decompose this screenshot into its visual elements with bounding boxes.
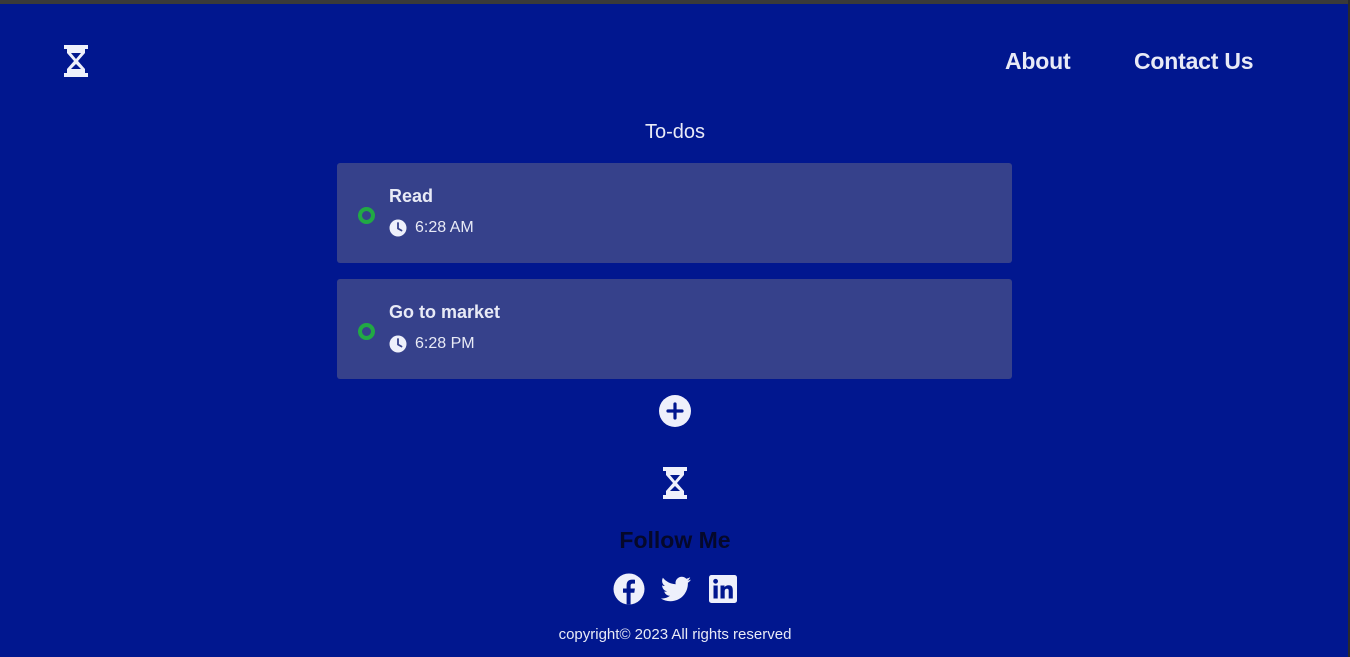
add-todo-button[interactable]: [659, 395, 691, 427]
hourglass-icon: [663, 467, 687, 499]
todo-time: 6:28 PM: [415, 335, 475, 352]
copyright-text: copyright© 2023 All rights reserved: [558, 626, 792, 643]
todo-title: Read: [389, 186, 434, 206]
clock-icon: [389, 335, 407, 353]
todo-time-row: 6:28 AM: [389, 219, 474, 237]
follow-me-heading: Follow Me: [619, 527, 731, 553]
todo-title: Go to market: [389, 302, 501, 322]
todo-item[interactable]: Read 6:28 AM: [337, 163, 1012, 263]
twitter-icon[interactable]: [660, 573, 692, 605]
nav-about-link[interactable]: About: [1005, 48, 1071, 75]
status-ring-icon[interactable]: [358, 323, 375, 340]
todos-heading: To-dos: [644, 121, 706, 143]
todo-item[interactable]: Go to market 6:28 PM: [337, 279, 1012, 379]
hourglass-icon[interactable]: [63, 44, 89, 78]
clock-icon: [389, 219, 407, 237]
todo-time: 6:28 AM: [415, 219, 474, 236]
facebook-icon[interactable]: [613, 573, 645, 605]
todo-time-row: 6:28 PM: [389, 335, 475, 353]
linkedin-icon[interactable]: [707, 573, 739, 605]
status-ring-icon[interactable]: [358, 207, 375, 224]
nav-contact-link[interactable]: Contact Us: [1134, 48, 1254, 75]
plus-icon: [666, 402, 684, 420]
browser-top-edge: [0, 0, 1350, 4]
